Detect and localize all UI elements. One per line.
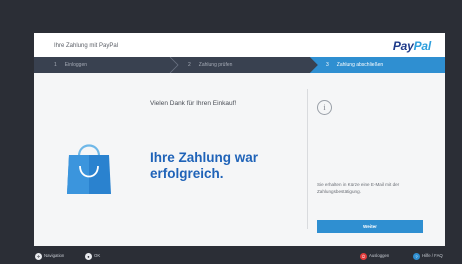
step-number: 3: [326, 62, 329, 68]
email-confirmation-note: Sie erhalten in Kürze eine E-Mail mit de…: [317, 182, 400, 194]
help-icon: ?: [413, 252, 420, 260]
step-login: 1 Einloggen: [34, 57, 172, 73]
paypal-logo: PayPal: [392, 39, 431, 53]
step-label: Zahlung prüfen: [198, 62, 233, 68]
divider: [307, 89, 308, 229]
payment-card: Ihre Zahlung mit PayPal PayPal 1 Einlogge…: [34, 33, 445, 246]
step-label: Zahlung abschließen: [336, 62, 384, 68]
success-message: Ihre Zahlung war erfolgreich.: [150, 150, 259, 181]
step-label: Einloggen: [64, 62, 88, 68]
footer-exit[interactable]: ⏻ Ausloggen: [360, 252, 389, 260]
card-header: Ihre Zahlung mit PayPal PayPal: [34, 33, 445, 57]
navigation-icon: ✛: [35, 252, 42, 260]
exit-icon: ⏻: [360, 252, 367, 260]
footer-navigate-label: Navigation: [44, 253, 65, 258]
chevron-right-icon: [302, 57, 318, 73]
shopping-bag-icon: [67, 144, 111, 194]
thank-you-text: Vielen Dank für Ihren Einkauf!: [150, 100, 237, 107]
chevron-right-icon: [169, 57, 179, 73]
footer-ok-label: OK: [94, 253, 101, 258]
step-review: 2 Zahlung prüfen: [172, 57, 310, 73]
footer-exit-label: Ausloggen: [369, 253, 390, 258]
progress-steps: 1 Einloggen 2 Zahlung prüfen 3 Zahlung absc…: [34, 57, 445, 73]
step-number: 1: [54, 62, 57, 68]
footer-help[interactable]: ? Hilfe / FAQ: [413, 252, 443, 260]
next-button[interactable]: Weiter: [317, 220, 423, 233]
footer-help-label: Hilfe / FAQ: [422, 253, 443, 258]
footer-ok[interactable]: ● OK: [85, 252, 100, 260]
page-title: Ihre Zahlung mit PayPal: [54, 43, 119, 49]
step-number: 2: [188, 62, 191, 68]
footer-navigate[interactable]: ✛ Navigation: [35, 252, 64, 260]
footer-bar: ✛ Navigation ● OK ⏻ Ausloggen ? Hilfe / FAQ: [0, 248, 462, 264]
step-complete: 3 Zahlung abschließen: [310, 57, 445, 73]
info-icon: i: [317, 100, 332, 115]
ok-icon: ●: [85, 252, 92, 260]
